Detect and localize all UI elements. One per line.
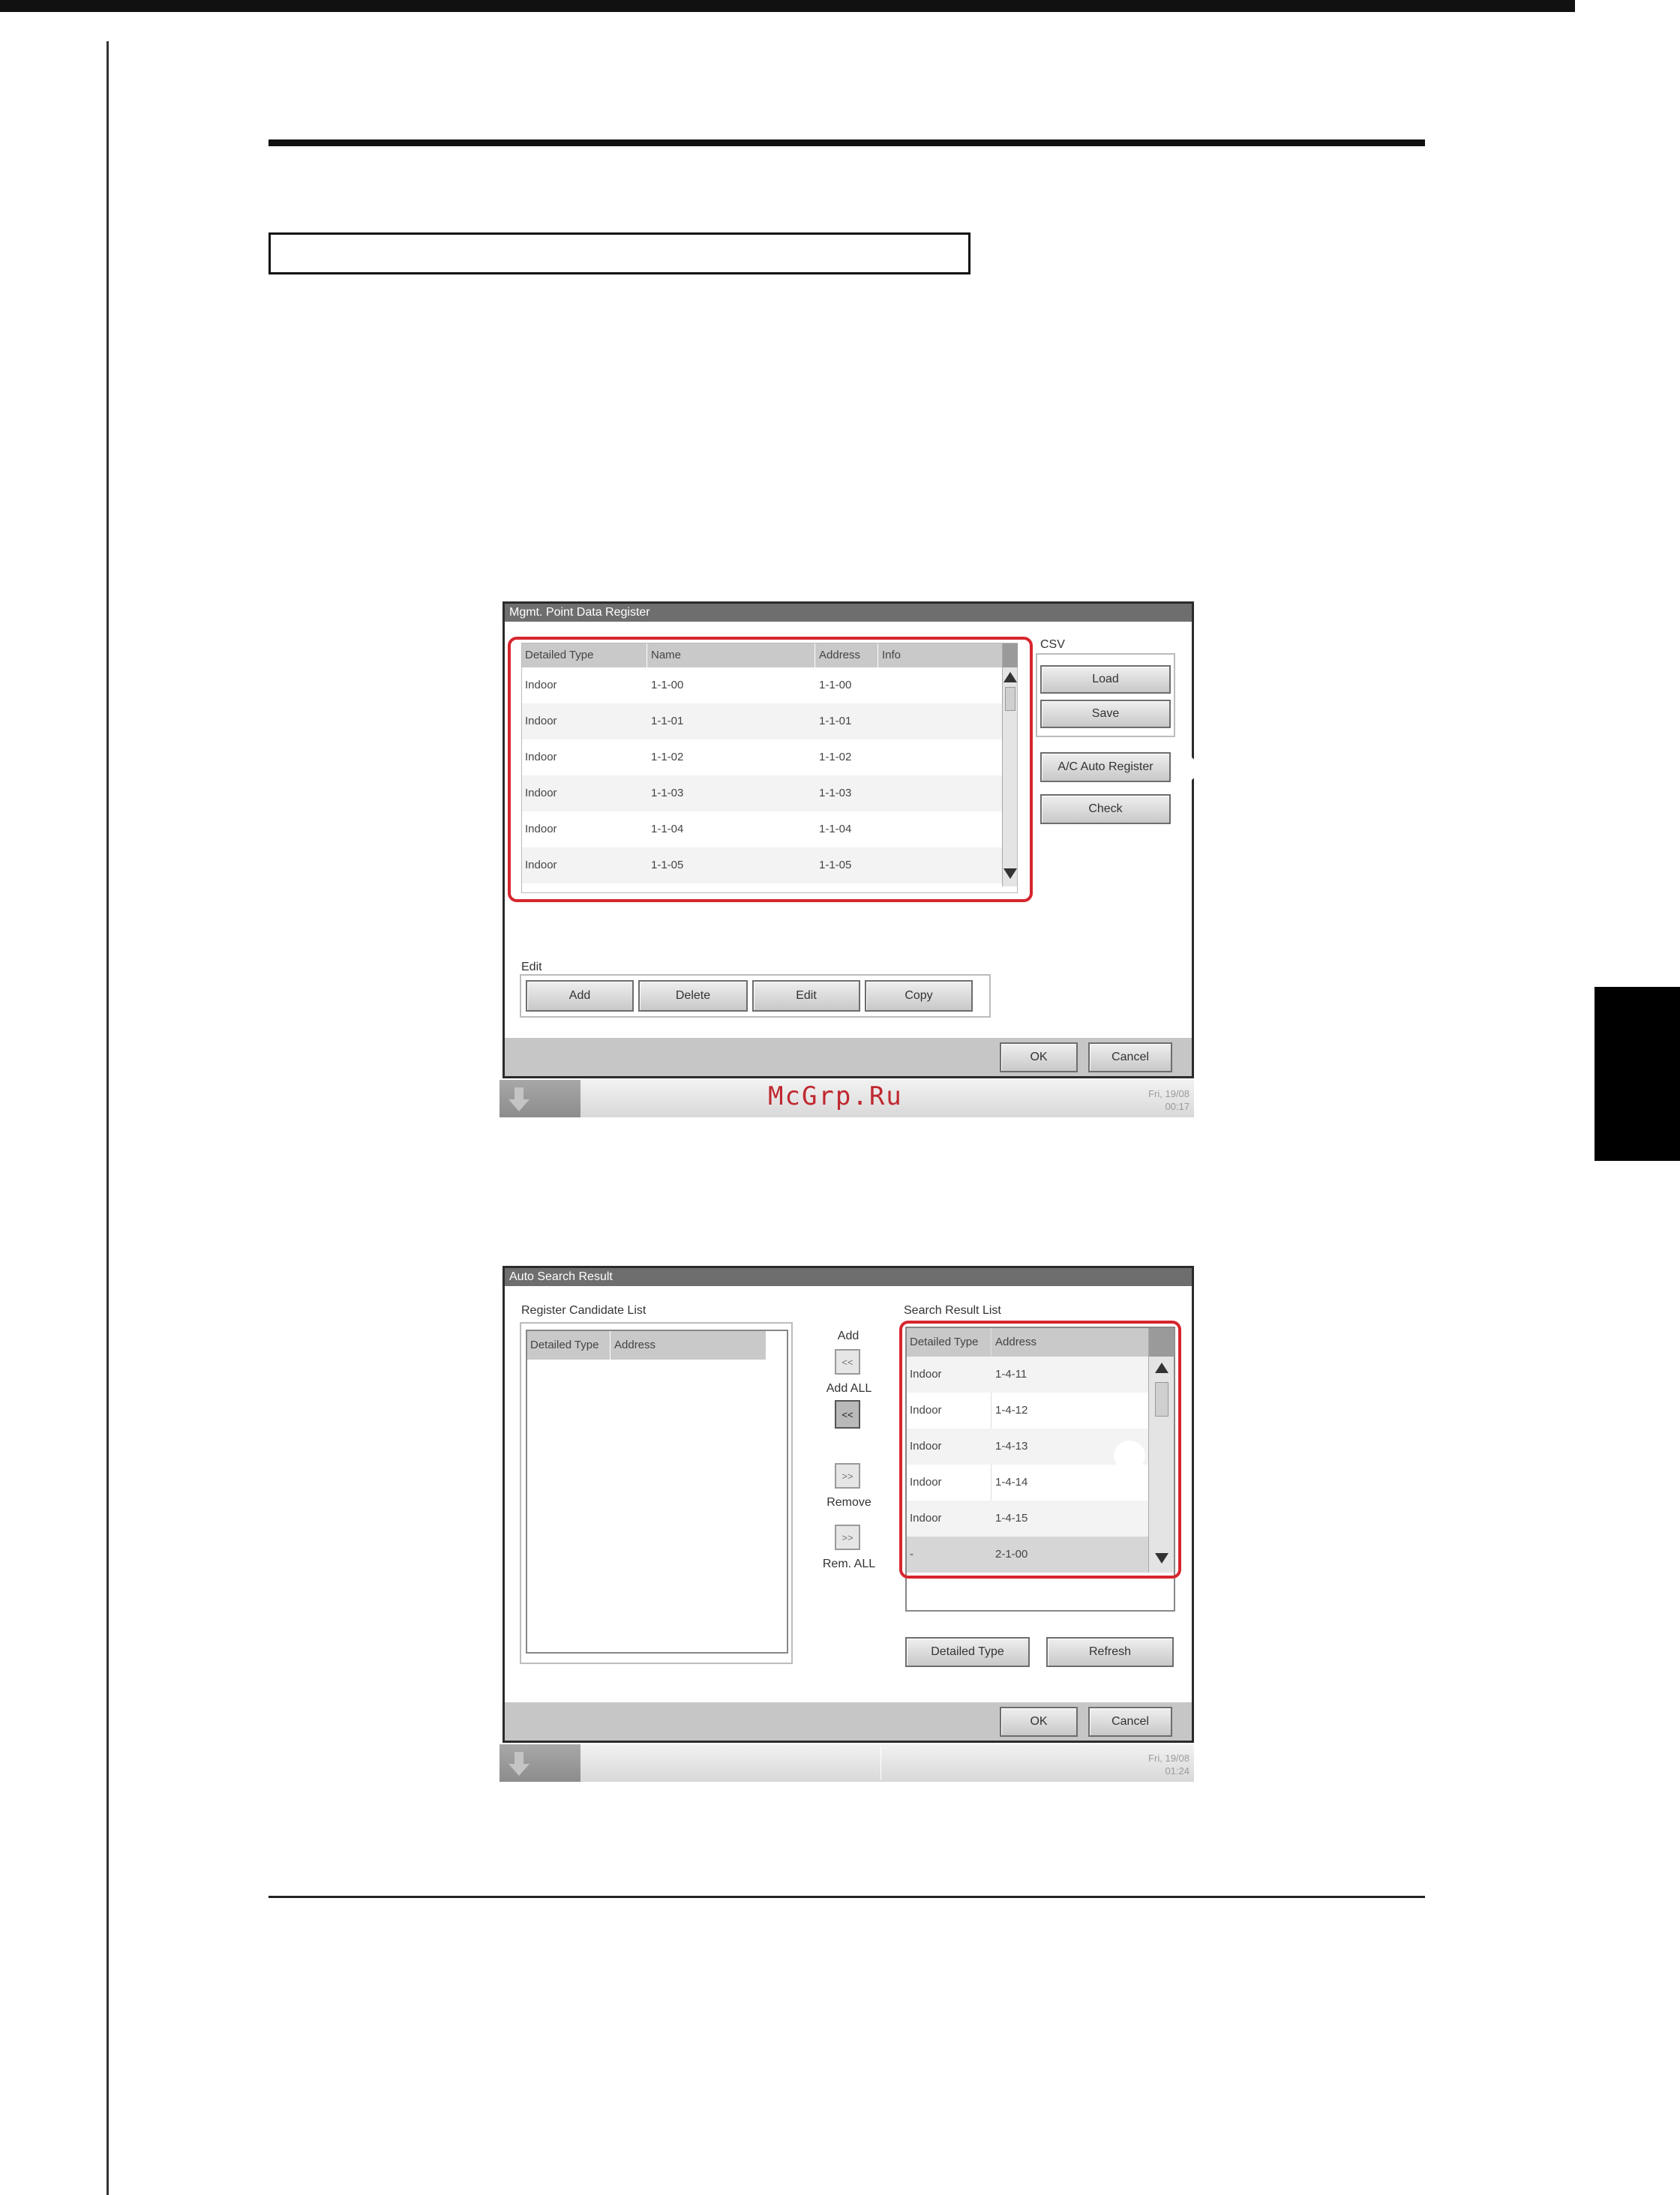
status-home-area[interactable] [500,1744,580,1782]
ok-button[interactable]: OK [1000,1707,1078,1737]
down-arrow-icon [508,1752,530,1776]
main-panel: Detailed Type Name Address Info Indoor 1… [505,622,1198,1038]
remove-arrow-button[interactable]: >> [835,1463,860,1489]
auto-search-result-screen: Auto Search Result Register Candidate Li… [502,1266,1194,1743]
subheading-box [268,232,970,274]
chapter-tab [1594,987,1680,1161]
edit-label: Edit [521,961,542,973]
remove-all-arrow-button[interactable]: >> [835,1525,860,1550]
status-datetime: Fri, 19/08 00:17 [1100,1087,1190,1113]
status-bar: Fri, 19/08 01:24 [500,1744,1194,1782]
status-home-area[interactable] [500,1080,580,1117]
load-button[interactable]: Load [1040,665,1171,694]
remove-label: Remove [826,1496,872,1509]
copy-button[interactable]: Copy [865,980,973,1012]
add-button[interactable]: Add [526,980,634,1012]
add-label: Add [837,1330,860,1342]
check-button[interactable]: Check [1040,794,1171,824]
remove-all-label: Rem. ALL [822,1558,876,1570]
status-time: 01:24 [1165,1765,1190,1777]
delete-button[interactable]: Delete [638,980,748,1012]
table-highlight [508,637,1033,902]
top-rule [0,0,1575,12]
window-title: Mgmt. Point Data Register [505,604,1192,622]
refresh-button[interactable]: Refresh [1046,1637,1174,1667]
add-all-arrow-button[interactable]: << [835,1400,860,1429]
dialog-footer: OK Cancel [505,1038,1192,1076]
col-address: Address [614,1339,656,1351]
cancel-button[interactable]: Cancel [1088,1707,1172,1737]
status-date: Fri, 19/08 [1148,1753,1190,1764]
status-date: Fri, 19/08 [1148,1088,1190,1099]
window-title: Auto Search Result [505,1268,1192,1286]
dialog-footer: OK Cancel [505,1702,1192,1741]
section-rule [268,139,1425,146]
down-arrow-icon [508,1087,530,1111]
status-time: 00:17 [1165,1101,1190,1112]
bottom-rule [268,1896,1425,1898]
add-arrow-button[interactable]: << [835,1349,860,1375]
candidate-header: Detailed Type Address [527,1331,766,1360]
save-button[interactable]: Save [1040,700,1171,728]
result-highlight [899,1321,1181,1579]
mgmt-point-data-register-screen: Mgmt. Point Data Register Detailed Type … [502,601,1198,1078]
ac-auto-register-button[interactable]: A/C Auto Register [1040,752,1171,782]
ok-button[interactable]: OK [1000,1042,1078,1072]
search-result-label: Search Result List [904,1304,1001,1317]
callout-marker [1171,755,1198,782]
status-divider [880,1746,881,1780]
left-margin-rule [106,41,109,2195]
status-bar: McGrp.Ru Fri, 19/08 00:17 [500,1080,1194,1117]
csv-label: CSV [1040,638,1065,651]
main-panel: Register Candidate List Detailed Type Ad… [505,1286,1192,1702]
edit-button[interactable]: Edit [752,980,860,1012]
candidate-list[interactable]: Detailed Type Address [526,1330,788,1654]
add-all-label: Add ALL [826,1382,872,1395]
cancel-button[interactable]: Cancel [1088,1042,1172,1072]
candidate-list-label: Register Candidate List [521,1304,646,1317]
status-datetime: Fri, 19/08 01:24 [1100,1752,1190,1777]
detailed-type-button[interactable]: Detailed Type [905,1637,1030,1667]
col-detailed-type: Detailed Type [530,1339,599,1351]
watermark: McGrp.Ru [768,1081,903,1111]
